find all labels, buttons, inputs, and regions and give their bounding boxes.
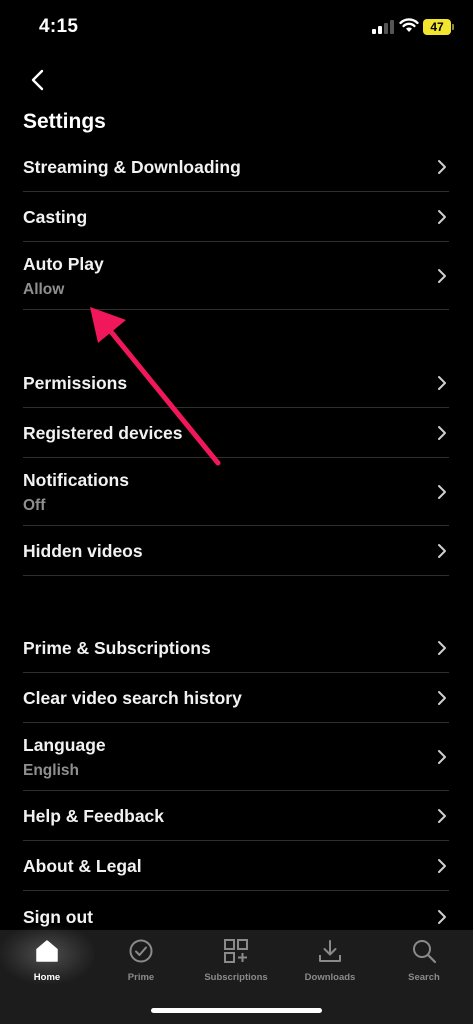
settings-item-label: Hidden videos — [23, 541, 143, 561]
settings-item-streaming[interactable]: Streaming & Downloading — [23, 142, 449, 192]
page-title: Settings — [23, 110, 106, 133]
tab-search[interactable]: Search — [377, 930, 471, 994]
chevron-right-icon — [438, 641, 446, 655]
settings-item-label: Permissions — [23, 373, 128, 393]
settings-item-label: Clear video search history — [23, 688, 242, 708]
settings-item-notifications[interactable]: Notifications Off — [23, 458, 449, 526]
home-indicator — [151, 1008, 322, 1013]
settings-item-permissions[interactable]: Permissions — [23, 358, 449, 408]
chevron-right-icon — [438, 210, 446, 224]
chevron-left-icon — [31, 69, 44, 91]
chevron-right-icon — [438, 809, 446, 823]
settings-item-autoplay[interactable]: Auto Play Allow — [23, 242, 449, 310]
chevron-right-icon — [438, 160, 446, 174]
settings-item-label: About & Legal — [23, 856, 142, 876]
home-icon — [36, 940, 58, 962]
settings-item-help-feedback[interactable]: Help & Feedback — [23, 791, 449, 841]
settings-item-casting[interactable]: Casting — [23, 192, 449, 242]
settings-item-value: Allow — [23, 281, 65, 298]
settings-item-label: Notifications — [23, 470, 129, 490]
status-time: 4:15 — [39, 16, 79, 37]
chevron-right-icon — [438, 426, 446, 440]
settings-item-label: Registered devices — [23, 423, 183, 443]
tab-label: Home — [33, 972, 61, 983]
tab-prime[interactable]: Prime — [94, 930, 188, 994]
settings-item-label: Prime & Subscriptions — [23, 638, 211, 658]
chevron-right-icon — [438, 269, 446, 283]
prime-check-icon — [129, 939, 153, 963]
settings-item-clear-search-history[interactable]: Clear video search history — [23, 673, 449, 723]
settings-item-label: Help & Feedback — [23, 806, 165, 826]
chevron-right-icon — [438, 750, 446, 764]
tab-home[interactable]: Home — [0, 924, 94, 994]
chevron-right-icon — [438, 376, 446, 390]
settings-item-language[interactable]: Language English — [23, 723, 449, 791]
settings-item-label: Language — [23, 735, 106, 755]
subscriptions-icon — [224, 939, 248, 963]
status-bar: 4:15 47 — [0, 0, 473, 56]
settings-item-about-legal[interactable]: About & Legal — [23, 841, 449, 891]
search-icon — [413, 940, 437, 964]
battery-indicator: 47 — [423, 19, 454, 35]
chevron-right-icon — [438, 910, 446, 924]
settings-item-value: English — [23, 762, 79, 779]
chevron-right-icon — [438, 859, 446, 873]
chevron-right-icon — [438, 485, 446, 499]
tab-label: Downloads — [304, 972, 356, 983]
settings-item-value: Off — [23, 497, 46, 514]
settings-item-prime-subscriptions[interactable]: Prime & Subscriptions — [23, 623, 449, 673]
chevron-right-icon — [438, 544, 446, 558]
tab-label: Subscriptions — [204, 972, 268, 983]
tab-label: Search — [408, 972, 440, 983]
settings-item-label: Casting — [23, 207, 88, 227]
tab-label: Prime — [127, 972, 155, 983]
tab-subscriptions[interactable]: Subscriptions — [189, 930, 283, 994]
chevron-right-icon — [438, 691, 446, 705]
settings-item-registered-devices[interactable]: Registered devices — [23, 408, 449, 458]
settings-item-label: Streaming & Downloading — [23, 157, 241, 177]
tab-downloads[interactable]: Downloads — [283, 930, 377, 994]
download-icon — [319, 940, 341, 962]
wifi-icon — [399, 18, 419, 32]
back-button[interactable] — [22, 64, 52, 96]
cellular-signal-icon — [372, 20, 394, 34]
settings-item-hidden-videos[interactable]: Hidden videos — [23, 526, 449, 576]
settings-item-label: Auto Play — [23, 254, 104, 274]
